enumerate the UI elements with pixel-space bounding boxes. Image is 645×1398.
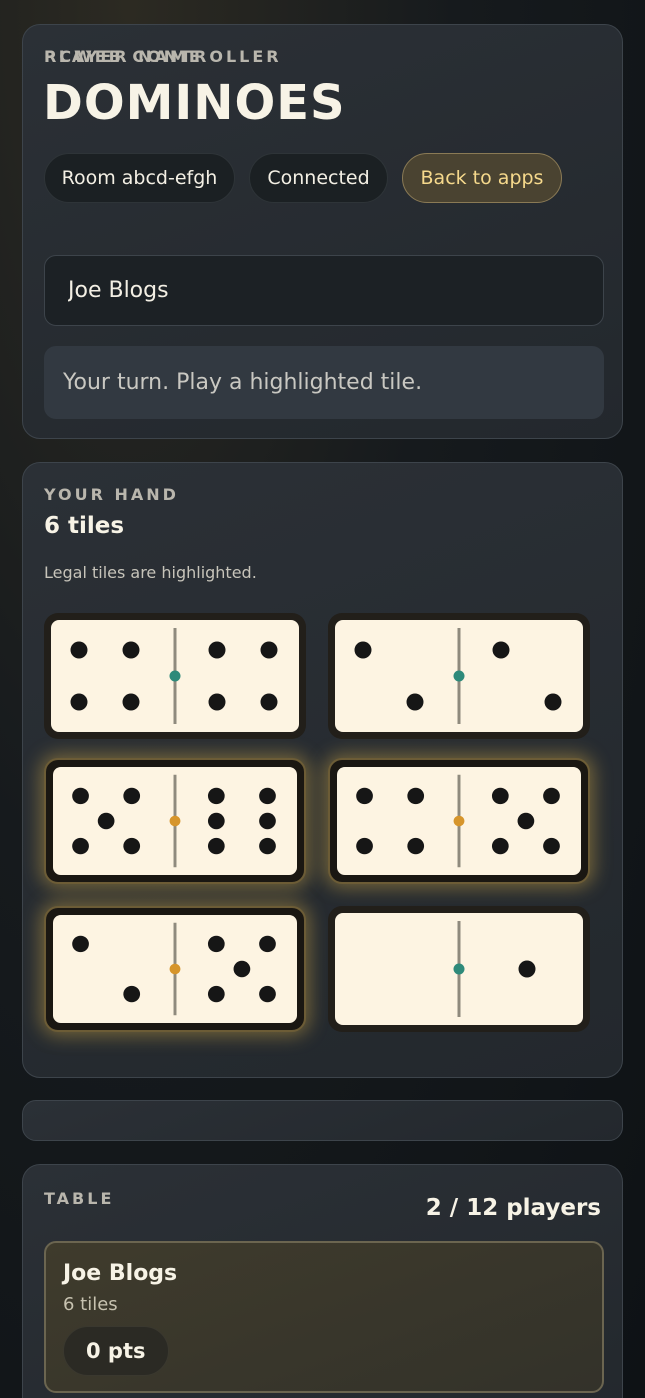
- table-eyebrow: TABLE: [44, 1189, 115, 1208]
- domino-pip: [72, 787, 89, 805]
- domino-pip: [356, 787, 373, 805]
- player-points-badge: 0 pts: [63, 1326, 169, 1376]
- domino-pip: [123, 787, 141, 805]
- player-tile-count: 6 tiles: [63, 1294, 118, 1315]
- domino-pip: [518, 960, 536, 978]
- player-count: 2 / 12 players: [425, 1195, 601, 1221]
- domino-pip: [354, 641, 372, 659]
- domino-pip: [70, 641, 88, 659]
- domino-pip: [407, 837, 425, 855]
- domino-tile[interactable]: [328, 613, 590, 739]
- domino-center-dot: [169, 670, 181, 682]
- connection-status-badge: Connected: [249, 153, 388, 203]
- domino-pip: [517, 812, 535, 830]
- domino-pip: [207, 985, 225, 1003]
- domino-tile[interactable]: [328, 758, 590, 884]
- domino-pip: [491, 787, 509, 805]
- domino-pip: [207, 787, 225, 805]
- hand-tiles: [44, 613, 602, 1058]
- player-name-label: PLAYER NAME: [44, 47, 203, 66]
- domino-pip: [123, 837, 141, 855]
- domino-tile[interactable]: [328, 906, 590, 1032]
- domino-pip: [207, 935, 225, 953]
- domino-pip: [208, 693, 226, 711]
- domino-pip: [72, 935, 89, 953]
- domino-pip: [259, 985, 276, 1003]
- domino-pip: [259, 812, 276, 830]
- domino-pip: [207, 812, 225, 830]
- hand-eyebrow: YOUR HAND: [44, 485, 179, 504]
- domino-tile[interactable]: [44, 758, 306, 884]
- header-card: RCWEB CONTROLLER DOMINOES Room abcd-efgh…: [22, 24, 623, 439]
- domino-pip: [260, 641, 278, 659]
- domino-pip: [543, 787, 560, 805]
- domino-center-dot: [169, 963, 181, 975]
- domino-pip: [70, 693, 88, 711]
- domino-tile[interactable]: [44, 613, 306, 739]
- domino-pip: [406, 693, 424, 711]
- domino-pip: [356, 837, 373, 855]
- domino-pip: [122, 693, 140, 711]
- domino-pip: [122, 641, 140, 659]
- domino-pip: [123, 985, 141, 1003]
- domino-pip: [259, 935, 276, 953]
- domino-tile[interactable]: [44, 906, 306, 1032]
- domino-pip: [259, 787, 276, 805]
- domino-center-dot: [453, 670, 465, 682]
- domino-pip: [97, 812, 115, 830]
- domino-pip: [543, 837, 560, 855]
- domino-pip: [491, 837, 509, 855]
- domino-pip: [407, 787, 425, 805]
- legal-tiles-hint: Legal tiles are highlighted.: [44, 563, 257, 582]
- domino-pip: [207, 837, 225, 855]
- room-badge: Room abcd-efgh: [44, 153, 235, 203]
- back-to-apps-button[interactable]: Back to apps: [402, 153, 562, 203]
- player-row: Joe Blogs 6 tiles 0 pts: [44, 1241, 604, 1393]
- page-title: DOMINOES: [43, 75, 346, 131]
- domino-center-dot: [453, 815, 465, 827]
- player-name: Joe Blogs: [63, 1261, 178, 1286]
- hand-tile-count: 6 tiles: [44, 513, 125, 539]
- hand-card: YOUR HAND 6 tiles Legal tiles are highli…: [22, 462, 623, 1078]
- domino-pip: [260, 693, 278, 711]
- domino-pip: [544, 693, 562, 711]
- domino-center-dot: [169, 815, 181, 827]
- domino-center-dot: [453, 963, 465, 975]
- domino-pip: [492, 641, 510, 659]
- table-card: TABLE 2 / 12 players Joe Blogs 6 tiles 0…: [22, 1164, 623, 1398]
- player-name-input[interactable]: [44, 255, 604, 326]
- domino-pip: [233, 960, 251, 978]
- domino-pip: [208, 641, 226, 659]
- domino-pip: [72, 837, 89, 855]
- empty-panel: [22, 1100, 623, 1141]
- turn-status-message: Your turn. Play a highlighted tile.: [44, 346, 604, 419]
- domino-pip: [259, 837, 276, 855]
